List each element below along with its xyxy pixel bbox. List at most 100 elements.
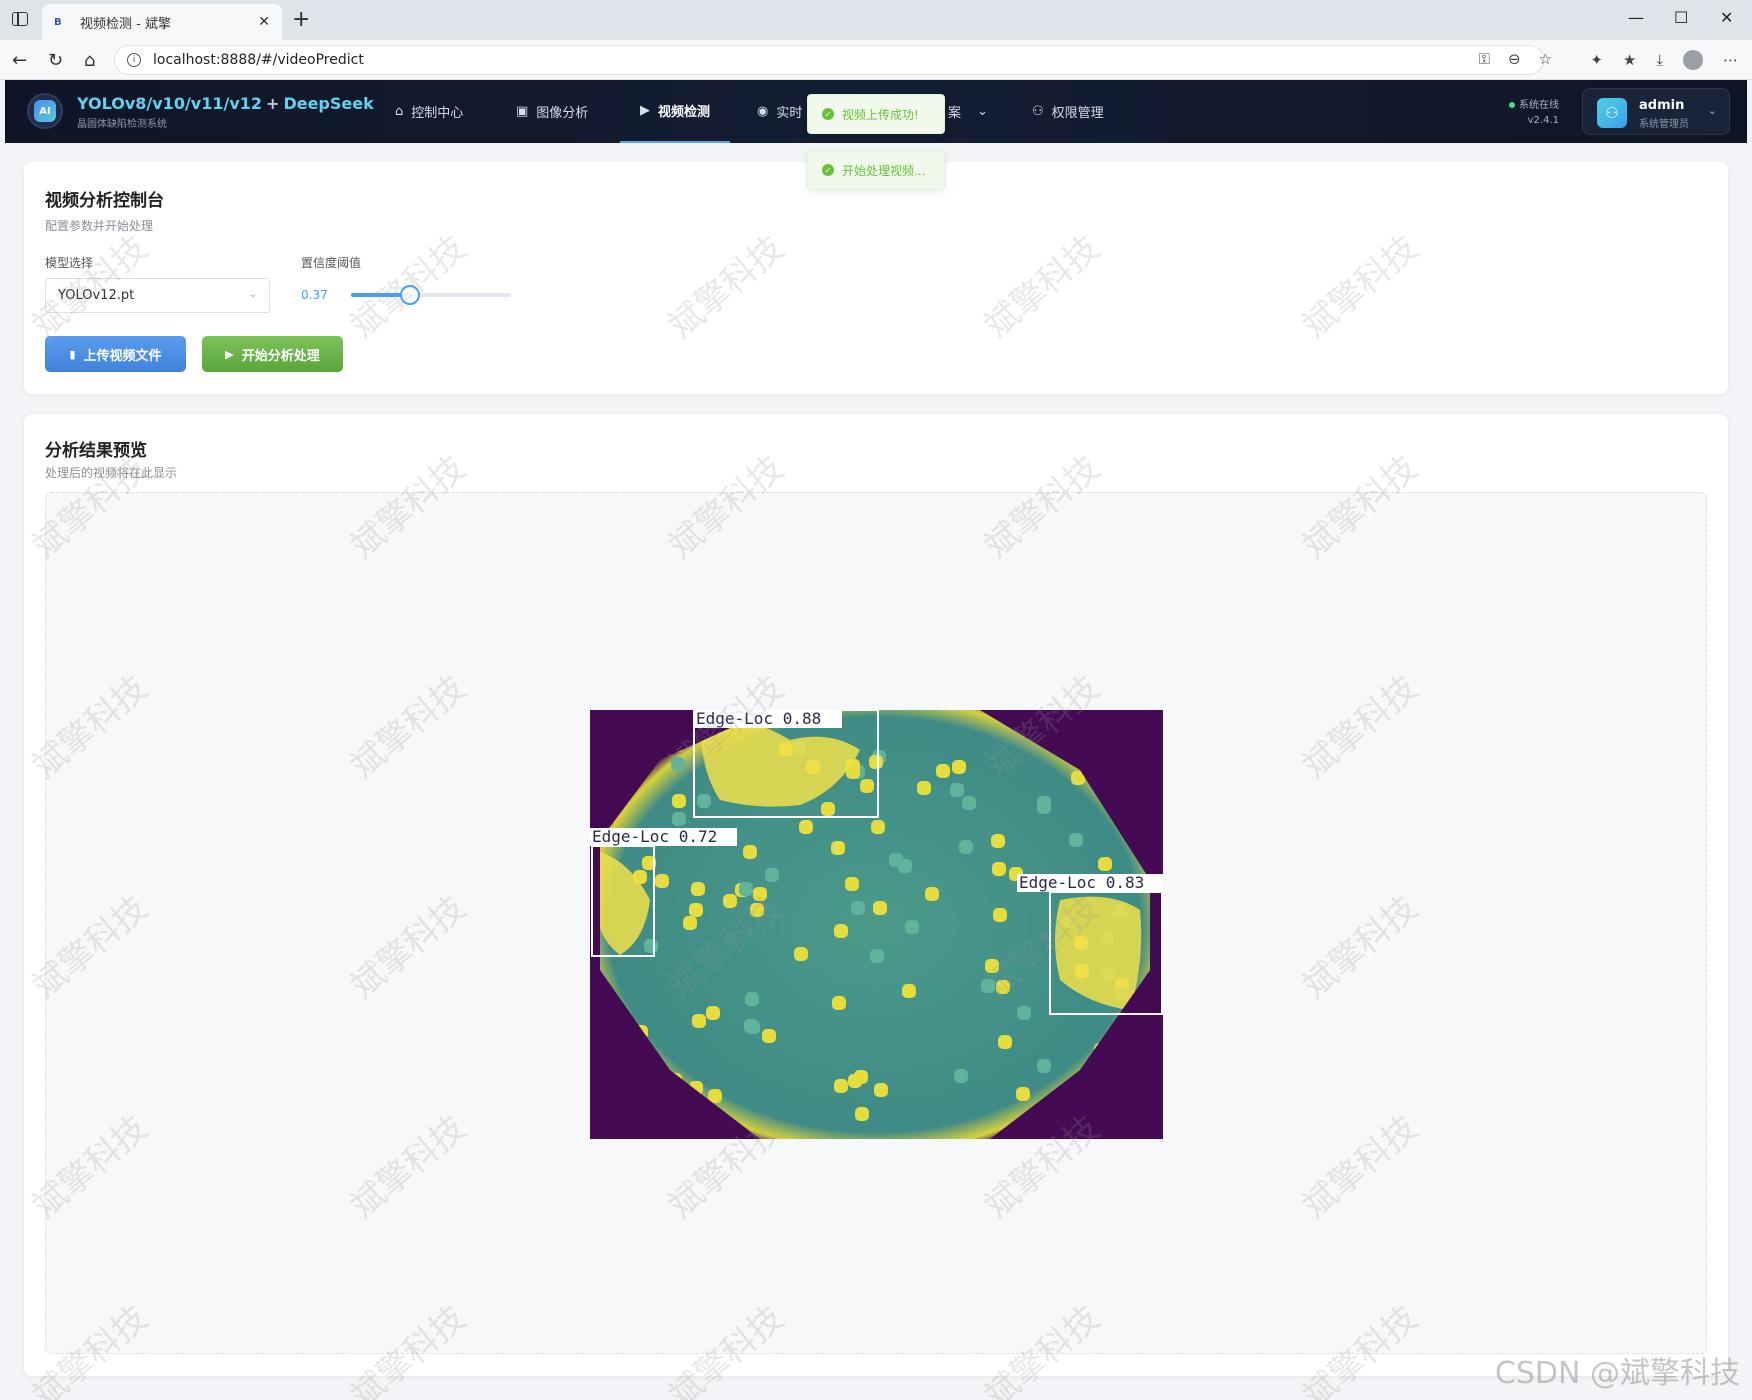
result-title: 分析结果预览 bbox=[45, 441, 147, 461]
tab-close-icon[interactable]: ✕ bbox=[258, 14, 270, 30]
defect-dot bbox=[873, 901, 887, 915]
user-icon: ⚇ bbox=[1032, 104, 1044, 119]
detection-label-2: Edge-Loc 0.72 bbox=[592, 827, 717, 846]
defect-dot bbox=[799, 820, 813, 834]
brand-plus: + bbox=[266, 94, 280, 113]
status-text: 系统在线 bbox=[1519, 100, 1559, 111]
favorites-icon[interactable]: ★ bbox=[1623, 51, 1636, 69]
home-browser-icon[interactable]: ⌂ bbox=[84, 50, 95, 71]
file-icon: ▮ bbox=[69, 347, 76, 361]
defect-dot bbox=[671, 757, 685, 771]
defect-dot bbox=[739, 882, 753, 896]
defect-dot bbox=[1098, 857, 1112, 871]
app-logo: AI bbox=[27, 93, 63, 129]
defect-dot bbox=[683, 916, 697, 930]
site-info-icon[interactable]: i bbox=[127, 53, 141, 67]
reload-icon[interactable]: ↻ bbox=[48, 50, 63, 71]
nav-records[interactable]: 案 ⌄ bbox=[948, 80, 988, 143]
logo-text: AI bbox=[34, 100, 56, 122]
defect-dot bbox=[860, 779, 874, 793]
nav-video-detection[interactable]: ▶ 视频检测 bbox=[620, 80, 731, 143]
defect-dot bbox=[672, 812, 686, 826]
defect-dot bbox=[962, 796, 976, 810]
url-field[interactable]: i localhost:8888/#/videoPredict bbox=[114, 45, 1544, 75]
play-icon: ▶ bbox=[225, 347, 234, 361]
camera-icon: ◉ bbox=[757, 104, 769, 119]
defect-dot bbox=[832, 996, 846, 1010]
control-card: 视频分析控制台 配置参数并开始处理 模型选择 置信度阈值 YOLOv12.pt … bbox=[24, 162, 1728, 394]
user-menu[interactable]: ⚇ admin 系统管理员 ⌄ bbox=[1582, 88, 1730, 135]
defect-dot bbox=[993, 908, 1007, 922]
defect-dot bbox=[855, 1107, 869, 1121]
nav-control-center[interactable]: ⌂ 控制中心 bbox=[395, 80, 463, 143]
defect-dot bbox=[706, 1006, 720, 1020]
check-circle-icon: ✓ bbox=[822, 108, 834, 120]
defect-dot bbox=[959, 840, 973, 854]
nav-label: 权限管理 bbox=[1051, 106, 1104, 121]
slider-handle[interactable] bbox=[400, 285, 421, 305]
defect-dot bbox=[697, 794, 711, 808]
upload-label: 上传视频文件 bbox=[83, 348, 162, 364]
user-name: admin bbox=[1639, 98, 1685, 113]
defect-dot bbox=[996, 980, 1010, 994]
defect-dot bbox=[765, 868, 779, 882]
control-subtitle: 配置参数并开始处理 bbox=[45, 219, 154, 233]
confidence-slider[interactable] bbox=[351, 285, 511, 305]
defect-dot bbox=[851, 901, 865, 915]
defect-dot bbox=[1037, 800, 1051, 814]
defect-dot bbox=[871, 820, 885, 834]
extensions-icon[interactable]: ✦ bbox=[1590, 51, 1603, 69]
defect-dot bbox=[1016, 1087, 1030, 1101]
nav-realtime[interactable]: ◉ 实时 bbox=[757, 80, 802, 143]
confidence-label: 置信度阈值 bbox=[301, 256, 362, 270]
sidebar-toggle-icon[interactable] bbox=[12, 12, 28, 26]
model-value: YOLOv12.pt bbox=[58, 288, 135, 303]
defect-dot bbox=[985, 959, 999, 973]
defect-dot bbox=[869, 755, 883, 769]
more-icon[interactable]: ⋯ bbox=[1723, 51, 1738, 69]
new-tab-icon[interactable]: + bbox=[292, 7, 310, 32]
key-icon[interactable]: ⚿ bbox=[1479, 50, 1490, 68]
check-circle-icon: ✓ bbox=[822, 164, 834, 176]
play-circle-icon: ▶ bbox=[640, 103, 650, 118]
video-frame[interactable]: Edge-Loc 0.88 Edge-Loc 0.72 Edge-Loc 0.8… bbox=[590, 710, 1163, 1139]
defect-dot bbox=[991, 834, 1005, 848]
defect-dot bbox=[691, 882, 705, 896]
defect-dot bbox=[925, 887, 939, 901]
favicon-icon: B bbox=[54, 16, 62, 28]
defect-dot bbox=[744, 1019, 758, 1033]
download-icon[interactable]: ⤓ bbox=[1656, 51, 1663, 69]
control-title: 视频分析控制台 bbox=[45, 191, 164, 211]
toast-text: 开始处理视频... bbox=[842, 163, 926, 178]
start-analysis-button[interactable]: ▶ 开始分析处理 bbox=[202, 336, 343, 372]
window-close-icon[interactable]: ✕ bbox=[1720, 8, 1733, 27]
defect-dot bbox=[762, 1029, 776, 1043]
minimize-icon[interactable]: — bbox=[1628, 8, 1644, 27]
defect-dot bbox=[753, 887, 767, 901]
defect-dot bbox=[831, 841, 845, 855]
browser-tab[interactable]: B 视频检测 - 斌擎 ✕ bbox=[42, 4, 282, 40]
defect-dot bbox=[917, 781, 931, 795]
defect-dot bbox=[672, 794, 686, 808]
back-icon[interactable]: ← bbox=[12, 50, 27, 71]
nav-label: 视频检测 bbox=[658, 105, 711, 120]
upload-video-button[interactable]: ▮ 上传视频文件 bbox=[45, 336, 186, 372]
favorite-star-icon[interactable]: ☆ bbox=[1539, 50, 1552, 68]
chevron-down-icon: ⌄ bbox=[1707, 104, 1717, 117]
defect-dot bbox=[848, 1074, 862, 1088]
nav-permissions[interactable]: ⚇ 权限管理 bbox=[1032, 80, 1104, 143]
zoom-icon[interactable]: ⊖ bbox=[1508, 50, 1521, 68]
defect-dot bbox=[655, 874, 669, 888]
model-select[interactable]: YOLOv12.pt ⌄ bbox=[45, 278, 270, 313]
chevron-down-icon: ⌄ bbox=[248, 289, 257, 300]
browser-tab-bar: B 视频检测 - 斌擎 ✕ + — ☐ ✕ bbox=[0, 0, 1752, 40]
defect-dot bbox=[981, 979, 995, 993]
detection-label-3: Edge-Loc 0.83 bbox=[1019, 873, 1144, 892]
profile-avatar[interactable] bbox=[1683, 50, 1703, 70]
maximize-icon[interactable]: ☐ bbox=[1674, 8, 1688, 27]
defect-dot bbox=[954, 1069, 968, 1083]
defect-dot bbox=[745, 992, 759, 1006]
nav-image-analysis[interactable]: ▣ 图像分析 bbox=[516, 80, 588, 143]
defect-dot bbox=[692, 1014, 706, 1028]
defect-dot bbox=[1017, 1006, 1031, 1020]
